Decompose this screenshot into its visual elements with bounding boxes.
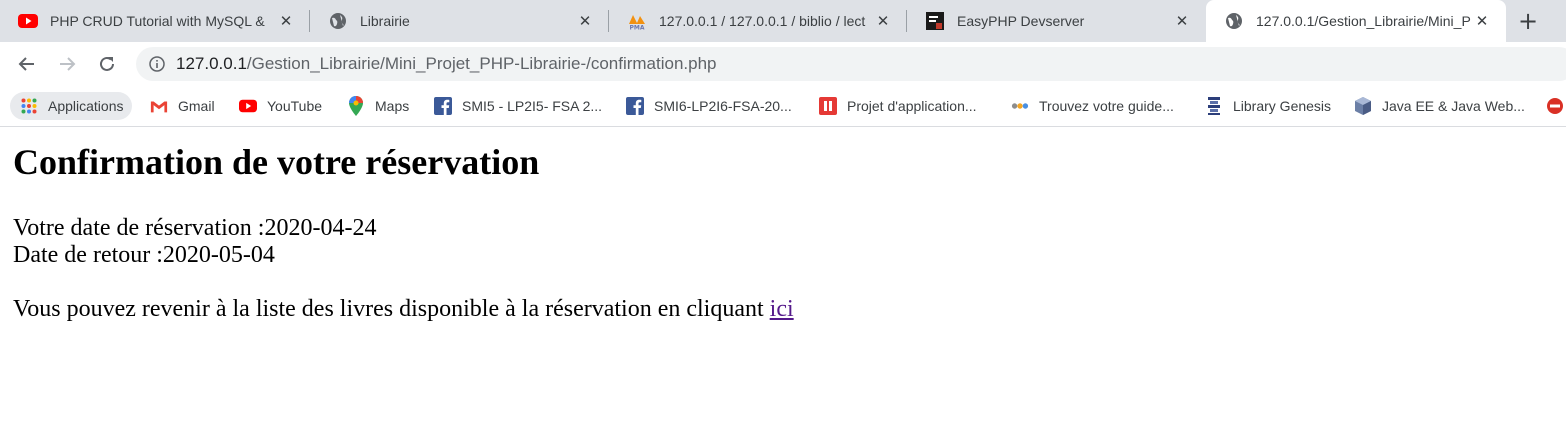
bookmark-java-ee[interactable]: Java EE & Java Web... bbox=[1354, 92, 1525, 120]
forward-button[interactable] bbox=[53, 50, 81, 78]
bookmark-label: Applications bbox=[48, 98, 124, 114]
tab-title: EasyPHP Devserver bbox=[957, 13, 1085, 29]
reservation-date-line: Votre date de réservation :2020-04-24 bbox=[13, 215, 377, 241]
address-bar[interactable]: 127.0.0.1/Gestion_Librairie/Mini_Projet_… bbox=[136, 47, 1566, 81]
bookmark-label: Java EE & Java Web... bbox=[1382, 98, 1525, 114]
tab-php-crud[interactable]: PHP CRUD Tutorial with MySQL & ✕ bbox=[0, 0, 310, 42]
bookmark-maps[interactable]: Maps bbox=[347, 92, 409, 120]
tab-title: PHP CRUD Tutorial with MySQL & bbox=[50, 13, 265, 29]
maps-pin-icon bbox=[347, 96, 365, 116]
bookmark-label: Gmail bbox=[178, 98, 215, 114]
return-to-list-link[interactable]: ici bbox=[770, 296, 794, 322]
youtube-icon bbox=[18, 11, 38, 31]
close-tab-icon[interactable]: ✕ bbox=[276, 11, 296, 31]
apps-grid-icon bbox=[20, 97, 38, 115]
library-genesis-icon bbox=[1205, 97, 1223, 115]
url-text: 127.0.0.1/Gestion_Librairie/Mini_Projet_… bbox=[176, 54, 717, 74]
bookmark-smi6[interactable]: SMI6-LP2I6-FSA-20... bbox=[626, 92, 792, 120]
site-info-icon[interactable] bbox=[148, 55, 166, 73]
project-icon bbox=[819, 97, 837, 115]
return-date-line: Date de retour :2020-05-04 bbox=[13, 242, 275, 268]
gmail-icon bbox=[150, 97, 168, 115]
tab-title: 127.0.0.1/Gestion_Librairie/Mini_P bbox=[1256, 13, 1471, 29]
close-tab-icon[interactable]: ✕ bbox=[873, 11, 893, 31]
bookmark-guide[interactable]: Trouvez votre guide... bbox=[1011, 92, 1174, 120]
back-arrow-icon bbox=[18, 57, 34, 71]
bookmark-label: SMI6-LP2I6-FSA-20... bbox=[654, 98, 792, 114]
page-title: Confirmation de votre réservation bbox=[13, 142, 540, 182]
page-content: Confirmation de votre réservation Votre … bbox=[13, 128, 1553, 323]
reservation-dates: Votre date de réservation :2020-04-24 Da… bbox=[13, 215, 1553, 269]
bookmark-label: SMI5 - LP2I5- FSA 2... bbox=[462, 98, 603, 114]
close-tab-icon[interactable]: ✕ bbox=[1472, 11, 1492, 31]
bookmark-label: Maps bbox=[375, 98, 410, 114]
bookmark-overflow[interactable] bbox=[1546, 92, 1566, 120]
back-button[interactable] bbox=[13, 50, 41, 78]
reload-button[interactable] bbox=[93, 50, 121, 78]
bookmark-label: Projet d'application... bbox=[847, 98, 977, 114]
tab-confirmation-active[interactable]: 127.0.0.1/Gestion_Librairie/Mini_P ✕ bbox=[1206, 0, 1506, 42]
globe-icon bbox=[1224, 11, 1244, 31]
svg-text:PMA: PMA bbox=[629, 25, 644, 31]
tab-easyphp[interactable]: EasyPHP Devserver ✕ bbox=[907, 0, 1206, 42]
url-path: /Gestion_Librairie/Mini_Projet_PHP-Libra… bbox=[246, 54, 717, 73]
tab-phpmyadmin[interactable]: PMA 127.0.0.1 / 127.0.0.1 / biblio / lec… bbox=[609, 0, 907, 42]
blocked-icon bbox=[1546, 97, 1564, 115]
youtube-icon bbox=[239, 97, 257, 115]
bookmark-library-genesis[interactable]: Library Genesis bbox=[1205, 92, 1331, 120]
tab-librairie[interactable]: Librairie ✕ bbox=[310, 0, 609, 42]
tab-title: Librairie bbox=[360, 13, 410, 29]
return-message: Vous pouvez revenir à la liste des livre… bbox=[13, 296, 1553, 323]
easyphp-icon bbox=[925, 11, 945, 31]
browser-toolbar: 127.0.0.1/Gestion_Librairie/Mini_Projet_… bbox=[0, 42, 1566, 86]
bookmark-label: Library Genesis bbox=[1233, 98, 1332, 114]
bookmark-smi5[interactable]: SMI5 - LP2I5- FSA 2... bbox=[434, 92, 602, 120]
globe-icon bbox=[328, 11, 348, 31]
bookmark-label: Trouvez votre guide... bbox=[1039, 98, 1174, 114]
bookmarks-bar: Applications Gmail YouTube Maps SMI5 - L… bbox=[0, 86, 1566, 127]
facebook-icon bbox=[434, 97, 452, 115]
reload-icon bbox=[100, 56, 114, 71]
url-host: 127.0.0.1 bbox=[176, 54, 247, 73]
bookmark-projet[interactable]: Projet d'application... bbox=[819, 92, 977, 120]
tab-title: 127.0.0.1 / 127.0.0.1 / biblio / lect bbox=[659, 13, 866, 29]
close-tab-icon[interactable]: ✕ bbox=[575, 11, 595, 31]
return-message-text: Vous pouvez revenir à la liste des livre… bbox=[13, 296, 770, 322]
tab-strip: PHP CRUD Tutorial with MySQL & ✕ Librair… bbox=[0, 0, 1566, 42]
facebook-icon bbox=[626, 97, 644, 115]
close-tab-icon[interactable]: ✕ bbox=[1172, 11, 1192, 31]
bookmark-gmail[interactable]: Gmail bbox=[150, 92, 215, 120]
java-icon bbox=[1354, 97, 1372, 115]
new-tab-button[interactable]: + bbox=[1514, 7, 1542, 35]
bookmark-youtube[interactable]: YouTube bbox=[239, 92, 322, 120]
guide-icon bbox=[1011, 97, 1029, 115]
bookmark-applications[interactable]: Applications bbox=[10, 92, 132, 120]
phpmyadmin-icon: PMA bbox=[627, 11, 647, 31]
bookmark-label: YouTube bbox=[267, 98, 323, 114]
forward-arrow-icon bbox=[60, 57, 76, 71]
